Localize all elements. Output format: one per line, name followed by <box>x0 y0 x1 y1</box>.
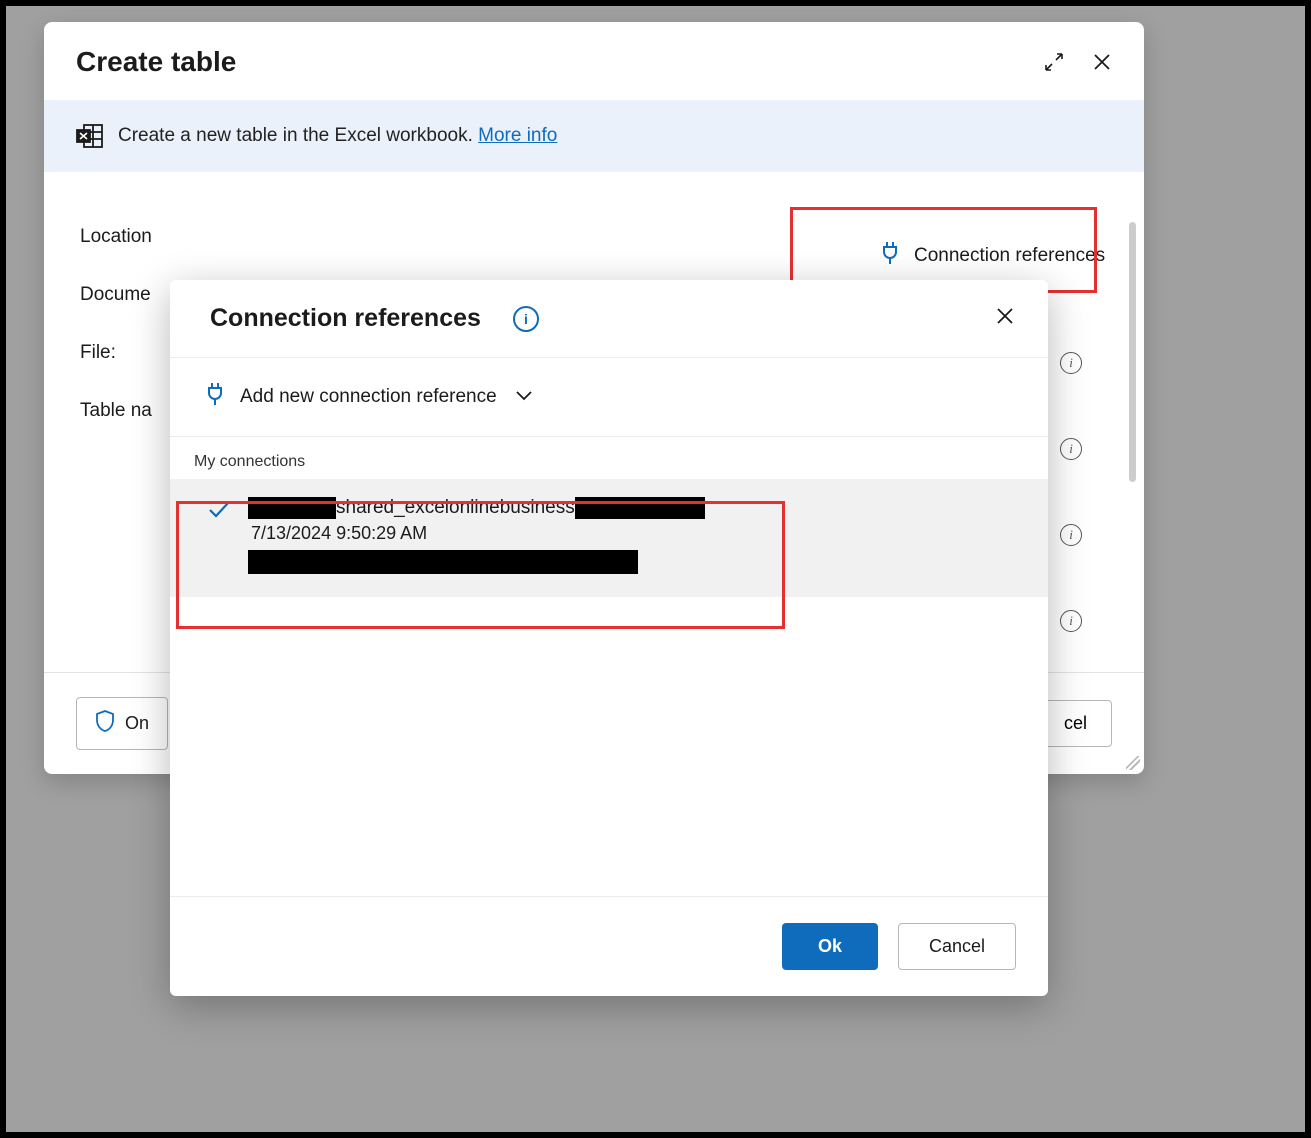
info-icon[interactable]: i <box>1060 438 1082 460</box>
close-icon[interactable] <box>996 307 1014 330</box>
expand-icon[interactable] <box>1044 52 1064 72</box>
add-connection-label: Add new connection reference <box>240 386 497 408</box>
location-label: Location <box>80 226 260 248</box>
conn-ref-label: Connection references <box>914 245 1105 267</box>
popup-title: Connection references <box>210 304 481 333</box>
popup-footer: Ok Cancel <box>170 896 1048 996</box>
resize-grip-icon[interactable] <box>1126 756 1140 770</box>
connection-item[interactable]: shared_excelonlinebusiness 7/13/2024 9:5… <box>170 479 1048 597</box>
connection-timestamp: 7/13/2024 9:50:29 AM <box>248 523 705 544</box>
connection-references-button[interactable]: Connection references <box>860 228 1125 283</box>
info-icon[interactable]: i <box>1060 610 1082 632</box>
plug-icon <box>206 382 224 412</box>
shield-icon <box>95 710 115 737</box>
connection-name: shared_excelonlinebusiness <box>248 497 705 519</box>
add-connection-reference-button[interactable]: Add new connection reference <box>170 358 1048 437</box>
close-icon[interactable] <box>1092 52 1112 72</box>
plug-icon <box>880 240 900 271</box>
on-toggle[interactable]: On <box>76 697 168 750</box>
connection-name-text: shared_excelonlinebusiness <box>336 497 575 519</box>
on-label: On <box>125 713 149 734</box>
info-icon[interactable]: i <box>1060 524 1082 546</box>
checkmark-icon <box>208 501 230 579</box>
chevron-down-icon <box>515 386 533 408</box>
connection-references-popup: Connection references i Add new connecti… <box>170 280 1048 996</box>
info-text: Create a new table in the Excel workbook… <box>118 125 557 147</box>
cancel-button[interactable]: Cancel <box>898 923 1016 970</box>
ok-button[interactable]: Ok <box>782 923 878 970</box>
cancel-fragment[interactable]: cel <box>1039 700 1112 747</box>
info-bar: Create a new table in the Excel workbook… <box>44 100 1144 172</box>
info-icon[interactable]: i <box>513 306 539 332</box>
excel-icon <box>76 122 104 150</box>
scrollbar-thumb[interactable] <box>1129 222 1136 482</box>
more-info-link[interactable]: More info <box>478 125 557 146</box>
dialog-title: Create table <box>76 46 236 78</box>
info-icon[interactable]: i <box>1060 352 1082 374</box>
redacted-text <box>248 497 336 519</box>
my-connections-label: My connections <box>170 437 1048 479</box>
redacted-text <box>248 550 638 574</box>
redacted-text <box>575 497 705 519</box>
